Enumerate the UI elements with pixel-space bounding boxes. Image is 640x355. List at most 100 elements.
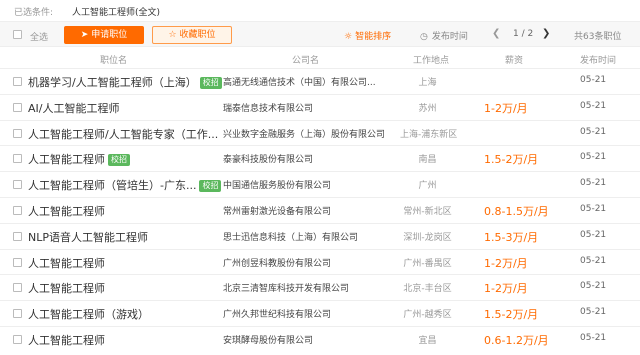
job-title-text[interactable]: AI/人工智能工程师 <box>28 102 119 115</box>
select-all-checkbox[interactable] <box>13 30 22 39</box>
job-location: 广州 <box>418 181 437 192</box>
sort-time-button[interactable]: ◷ 发布时间 <box>420 29 468 42</box>
bulb-icon: ☼ <box>344 32 353 42</box>
job-title-text[interactable]: NLP语音人工智能工程师 <box>28 231 148 244</box>
job-location: 常州-新北区 <box>403 206 452 217</box>
job-title[interactable]: 人工智能工程师（管培生）-广东... 校招 <box>28 177 222 193</box>
table-header: 职位名 公司名 工作地点 薪资 发布时间 <box>0 48 640 68</box>
job-title[interactable]: 人工智能工程师 <box>28 280 105 296</box>
row-checkbox[interactable] <box>13 257 22 267</box>
company-name[interactable]: 安琪酵母股份有限公司 <box>223 333 313 346</box>
job-title-text[interactable]: 人工智能工程师 <box>28 205 105 218</box>
job-title-text[interactable]: 人工智能工程师 <box>28 257 105 270</box>
job-row: 人工智能工程师 校招 泰豪科技股份有限公司 南昌 1.5-2万/月 05-21 <box>0 145 640 171</box>
send-icon: ➤ <box>80 30 89 40</box>
company-name[interactable]: 思士迅信息科技（上海）有限公司 <box>223 230 358 243</box>
job-title-text[interactable]: 人工智能工程师 <box>28 334 105 347</box>
post-date: 05-21 <box>580 307 607 318</box>
column-salary: 薪资 <box>505 56 524 66</box>
job-title-text[interactable]: 人工智能工程师 <box>28 282 105 295</box>
favorite-button-label: 收藏职位 <box>179 30 216 40</box>
row-checkbox[interactable] <box>13 309 22 319</box>
job-title[interactable]: 机器学习/人工智能工程师（上海） 校招 <box>28 74 222 90</box>
campus-badge: 校招 <box>108 154 130 167</box>
star-icon: ☆ <box>168 30 177 40</box>
row-checkbox[interactable] <box>13 180 22 190</box>
job-title[interactable]: 人工智能工程师（游戏） <box>28 306 149 322</box>
job-row: 人工智能工程师（游戏） 广州久邦世纪科技有限公司 广州-越秀区 1.5-2万/月… <box>0 300 640 326</box>
post-date: 05-21 <box>580 281 607 292</box>
job-salary: 0.8-1.5万/月 <box>484 204 549 218</box>
column-location: 工作地点 <box>413 56 450 66</box>
column-company: 公司名 <box>292 56 320 66</box>
filter-label: 已选条件: <box>14 8 54 18</box>
post-date: 05-21 <box>580 332 607 343</box>
job-title-text[interactable]: 人工智能工程师（管培生）-广东... <box>28 179 196 192</box>
row-checkbox[interactable] <box>13 231 22 241</box>
job-location: 南昌 <box>418 155 437 166</box>
company-name[interactable]: 高通无线通信技术（中国）有限公司... <box>223 75 376 88</box>
job-row: NLP语音人工智能工程师 思士迅信息科技（上海）有限公司 深圳-龙岗区 1.5-… <box>0 222 640 249</box>
post-date: 05-21 <box>580 100 607 111</box>
job-title[interactable]: 人工智能工程师 <box>28 255 105 271</box>
row-checkbox[interactable] <box>13 77 22 86</box>
job-location: 宜昌 <box>418 335 437 346</box>
row-checkbox[interactable] <box>13 205 22 215</box>
job-location: 上海 <box>418 78 437 88</box>
job-title[interactable]: NLP语音人工智能工程师 <box>28 229 148 245</box>
row-checkbox[interactable] <box>13 154 22 164</box>
apply-button[interactable]: ➤ 申请职位 <box>64 26 144 44</box>
job-title[interactable]: AI/人工智能工程师 <box>28 100 119 116</box>
post-date: 05-21 <box>580 203 607 214</box>
company-name[interactable]: 常州雷射激光设备有限公司 <box>223 204 331 217</box>
company-name[interactable]: 泰豪科技股份有限公司 <box>223 152 313 165</box>
job-location: 深圳-龙岗区 <box>403 232 452 243</box>
sort-time-label: 发布时间 <box>431 32 468 42</box>
chevron-left-icon[interactable]: ❮ <box>492 28 500 39</box>
row-checkbox[interactable] <box>13 334 22 344</box>
post-date: 05-21 <box>580 229 607 240</box>
job-title-text[interactable]: 机器学习/人工智能工程师（上海） <box>28 76 197 89</box>
job-row: 人工智能工程师 安琪酵母股份有限公司 宜昌 0.6-1.2万/月 05-21 <box>0 325 640 352</box>
company-name[interactable]: 广州久邦世纪科技有限公司 <box>223 307 331 320</box>
job-title-text[interactable]: 人工智能工程师 <box>28 153 105 166</box>
post-date: 05-21 <box>580 255 607 266</box>
post-date: 05-21 <box>580 178 607 189</box>
job-row: 人工智能工程师 常州雷射激光设备有限公司 常州-新北区 0.8-1.5万/月 0… <box>0 196 640 223</box>
job-row: 人工智能工程师/人工智能专家（工作... 兴业数字金融服务（上海）股份有限公司 … <box>0 119 640 146</box>
job-row: 机器学习/人工智能工程师（上海） 校招 高通无线通信技术（中国）有限公司... 上… <box>0 68 640 94</box>
company-name[interactable]: 中国通信服务股份有限公司 <box>223 178 331 191</box>
row-checkbox[interactable] <box>13 102 22 112</box>
job-row: AI/人工智能工程师 瑞泰信息技术有限公司 苏州 1-2万/月 05-21 <box>0 93 640 120</box>
column-job: 职位名 <box>100 56 128 66</box>
job-title-text[interactable]: 人工智能工程师/人工智能专家（工作... <box>28 128 218 141</box>
campus-badge: 校招 <box>199 77 222 89</box>
job-salary: 1.5-2万/月 <box>484 308 539 322</box>
toolbar: 全选 ➤ 申请职位 ☆ 收藏职位 ☼ 智能排序 ◷ 发布时间 ❮ 1 / 2 ❯ 共63… <box>0 21 640 47</box>
clock-icon: ◷ <box>420 32 428 42</box>
company-name[interactable]: 兴业数字金融服务（上海）股份有限公司 <box>223 127 385 140</box>
company-name[interactable]: 广州创昱科教股份有限公司 <box>223 256 331 269</box>
job-location: 苏州 <box>418 103 437 114</box>
job-title[interactable]: 人工智能工程师 <box>28 332 105 348</box>
job-title[interactable]: 人工智能工程师 <box>28 203 105 219</box>
job-title-text[interactable]: 人工智能工程师（游戏） <box>28 308 149 321</box>
campus-badge: 校招 <box>199 180 222 193</box>
sort-smart-button[interactable]: ☼ 智能排序 <box>344 29 391 42</box>
job-salary: 1.5-2万/月 <box>484 153 539 167</box>
company-name[interactable]: 北京三清智库科技开发有限公司 <box>223 281 349 294</box>
company-name[interactable]: 瑞泰信息技术有限公司 <box>223 101 313 114</box>
apply-button-label: 申请职位 <box>91 30 128 40</box>
row-checkbox[interactable] <box>13 283 22 293</box>
select-all-label[interactable]: 全选 <box>30 30 48 43</box>
post-date: 05-21 <box>580 75 607 85</box>
job-title[interactable]: 人工智能工程师 校招 <box>28 151 130 167</box>
chevron-right-icon[interactable]: ❯ <box>542 28 550 39</box>
job-location: 北京-丰台区 <box>403 284 452 295</box>
job-salary: 0.6-1.2万/月 <box>484 333 549 347</box>
job-title[interactable]: 人工智能工程师/人工智能专家（工作... <box>28 126 218 142</box>
row-checkbox[interactable] <box>13 128 22 138</box>
favorite-button[interactable]: ☆ 收藏职位 <box>152 26 232 44</box>
column-date: 发布时间 <box>580 56 617 66</box>
filter-chip[interactable]: 人工智能工程师(全文) <box>72 5 160 18</box>
